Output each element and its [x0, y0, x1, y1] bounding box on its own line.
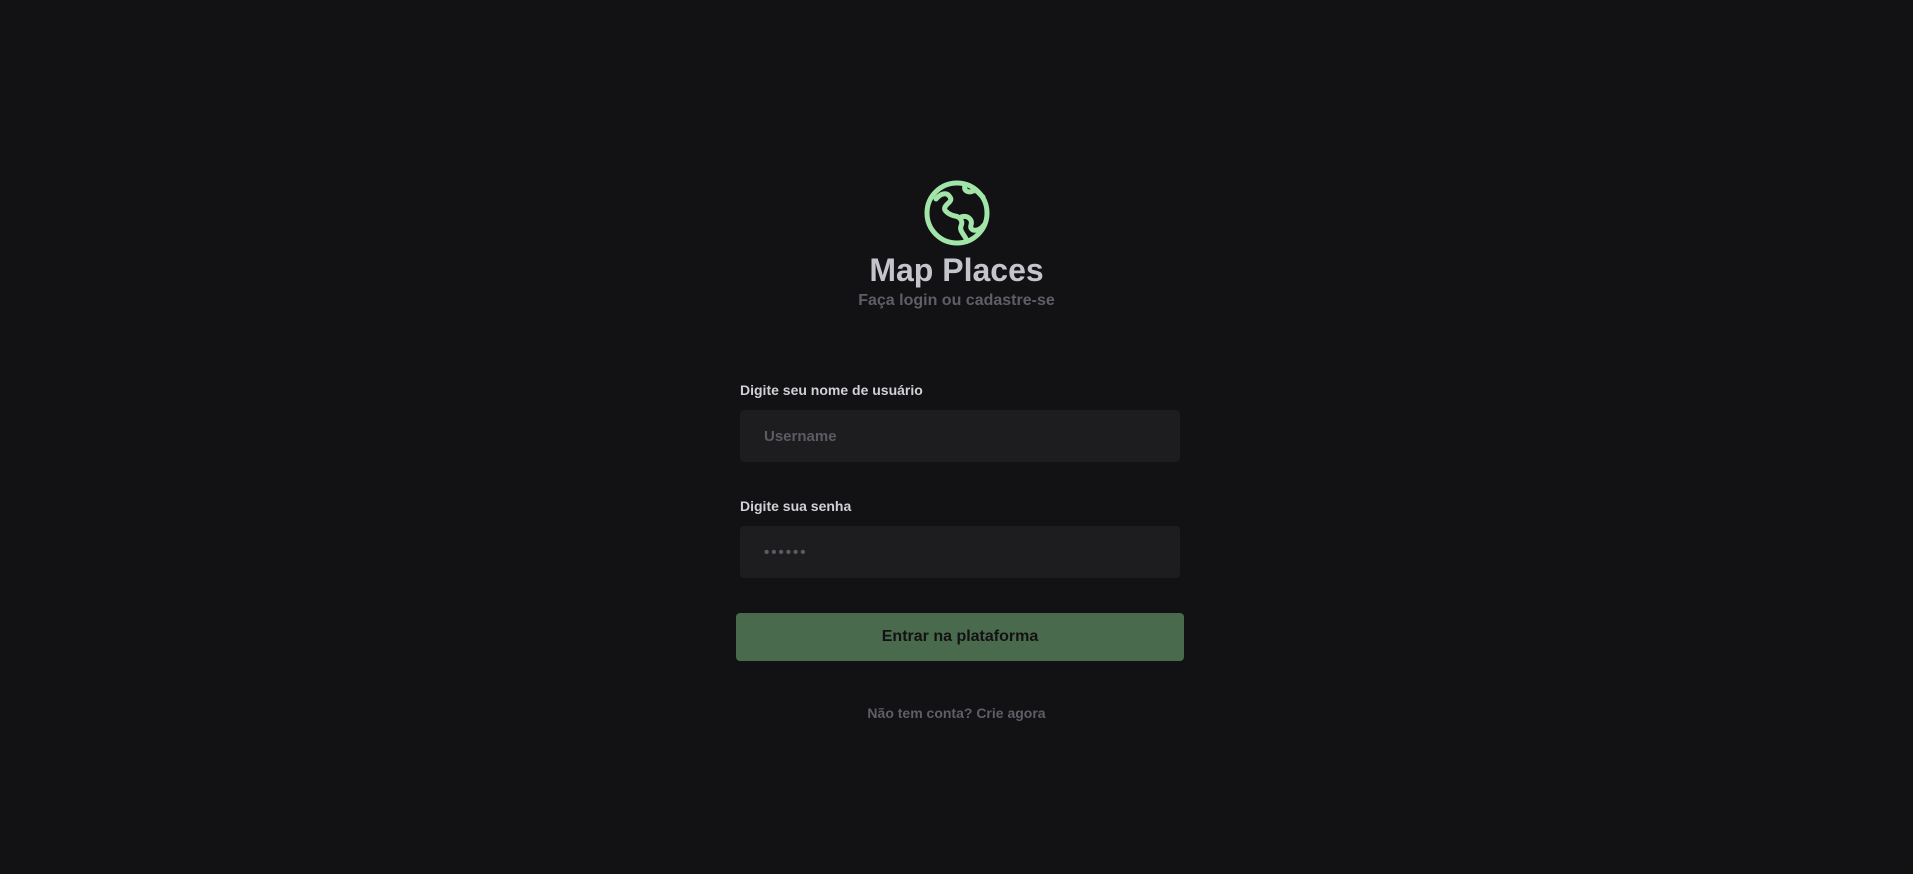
username-input[interactable]: [740, 410, 1180, 462]
password-label: Digite sua senha: [740, 498, 852, 514]
username-group: Digite seu nome de usuário: [740, 380, 1180, 462]
username-label: Digite seu nome de usuário: [740, 382, 923, 398]
page-subtitle: Faça login ou cadastre-se: [858, 292, 1055, 309]
globe-icon: [924, 180, 989, 246]
password-group: Digite sua senha: [740, 496, 1180, 578]
login-page: Map Places Faça login ou cadastre-se Dig…: [0, 0, 1913, 874]
login-button[interactable]: Entrar na plataforma: [736, 613, 1184, 661]
signup-link[interactable]: Não tem conta? Crie agora: [0, 703, 1913, 723]
password-input[interactable]: [740, 526, 1180, 578]
login-form: Digite seu nome de usuário Digite sua se…: [740, 380, 1180, 578]
brand-header: Map Places Faça login ou cadastre-se: [0, 179, 1913, 311]
app-title: Map Places: [869, 252, 1044, 288]
